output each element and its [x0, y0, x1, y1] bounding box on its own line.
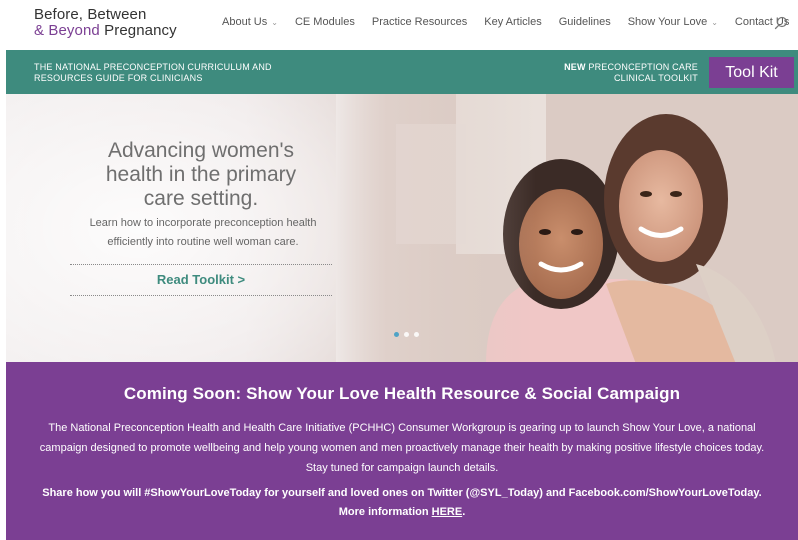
campaign-share: Share how you will #ShowYourLoveToday fo…	[32, 484, 772, 522]
hero-heading-line-2: health in the primary	[105, 163, 297, 186]
banner-left-line-1: THE NATIONAL PRECONCEPTION CURRICULUM AN…	[34, 62, 272, 72]
hero-subtext: Learn how to incorporate preconception h…	[68, 214, 338, 252]
curriculum-banner: THE NATIONAL PRECONCEPTION CURRICULUM AN…	[6, 50, 798, 94]
more-info-period: .	[462, 506, 466, 518]
site-header: Before, Between & Beyond Pregnancy About…	[0, 0, 798, 50]
nav-label: Guidelines	[558, 16, 611, 28]
chevron-down-icon: ⌄	[271, 17, 278, 27]
nav-item-key-articles[interactable]: Key Articles	[484, 16, 541, 28]
slider-dot-3[interactable]	[414, 332, 419, 337]
nav-label: About Us	[222, 16, 268, 28]
nav-label: Show Your Love	[627, 16, 708, 28]
curriculum-banner-text[interactable]: THE NATIONAL PRECONCEPTION CURRICULUM AN…	[34, 62, 272, 84]
main-nav: About Us ⌄ CE Modules Practice Resources…	[222, 16, 798, 28]
hero-photo-two-women	[336, 94, 798, 362]
banner-right-line-1-rest: PRECONCEPTION CARE	[585, 62, 698, 72]
nav-item-show-your-love[interactable]: Show Your Love ⌄	[628, 16, 718, 28]
campaign-section: Coming Soon: Show Your Love Health Resou…	[6, 362, 798, 540]
banner-right-line-1: NEW PRECONCEPTION CARE	[564, 62, 698, 73]
slider-dots	[394, 332, 419, 337]
divider	[70, 264, 332, 265]
slider-dot-1[interactable]	[394, 332, 399, 337]
banner-left-line-2: RESOURCES GUIDE FOR CLINICIANS	[34, 73, 203, 83]
logo-ampersand: &	[34, 22, 49, 39]
logo-line-1: Before, Between	[34, 6, 147, 23]
campaign-title: Coming Soon: Show Your Love Health Resou…	[123, 384, 681, 403]
tool-kit-button[interactable]: Tool Kit	[709, 57, 794, 88]
hero-sub-line-2: efficiently into routine well woman care…	[107, 236, 299, 248]
nav-item-about-us[interactable]: About Us ⌄	[222, 16, 278, 28]
nav-label: Key Articles	[484, 16, 542, 28]
logo-beyond: Beyond	[48, 22, 100, 39]
more-info-label: More information	[338, 506, 432, 518]
banner-right-line-2: CLINICAL TOOLKIT	[613, 73, 698, 83]
read-toolkit-link[interactable]: Read Toolkit >	[70, 272, 332, 287]
site-logo[interactable]: Before, Between & Beyond Pregnancy	[34, 7, 177, 39]
campaign-share-text: Share how you will #ShowYourLoveToday fo…	[42, 487, 762, 499]
hero-slider: Advancing women's health in the primary …	[6, 94, 798, 362]
logo-pregnancy: Pregnancy	[99, 22, 177, 39]
campaign-more-info: More information HERE.	[32, 503, 772, 522]
more-info-link[interactable]: HERE	[432, 506, 463, 518]
hero-heading-line-3: care setting.	[143, 187, 259, 210]
chevron-down-icon: ⌄	[711, 17, 718, 27]
logo-line-2: & Beyond Pregnancy	[34, 23, 177, 39]
hero-heading-line-1: Advancing women's	[107, 139, 295, 162]
nav-item-guidelines[interactable]: Guidelines	[559, 16, 611, 28]
nav-label: Practice Resources	[371, 16, 468, 28]
new-label: NEW	[564, 62, 586, 72]
nav-label: CE Modules	[294, 16, 355, 28]
divider	[70, 295, 332, 296]
nav-item-ce-modules[interactable]: CE Modules	[295, 16, 355, 28]
toolkit-banner-text[interactable]: NEW PRECONCEPTION CARE CLINICAL TOOLKIT	[564, 62, 698, 84]
search-icon[interactable]	[774, 16, 788, 30]
campaign-body: The National Preconception Health and He…	[39, 422, 765, 474]
nav-item-practice-resources[interactable]: Practice Resources	[372, 16, 467, 28]
slider-dot-2[interactable]	[404, 332, 409, 337]
hero-sub-line-1: Learn how to incorporate preconception h…	[89, 217, 317, 229]
hero-heading: Advancing women's health in the primary …	[66, 139, 336, 211]
